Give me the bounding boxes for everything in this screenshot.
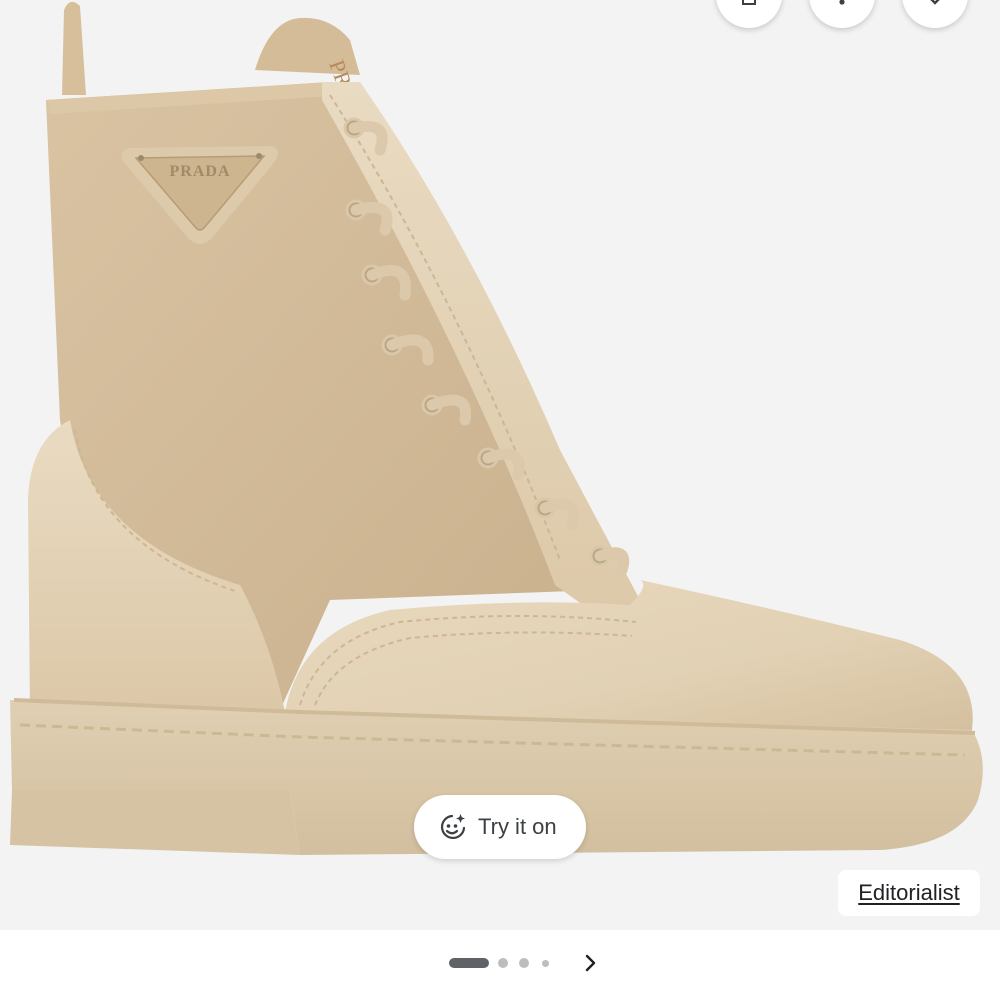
pager-dot[interactable] (542, 960, 549, 967)
logo-plaque-text: PRADA (170, 163, 231, 180)
pager-dot-active[interactable] (449, 958, 489, 968)
sparkle-face-icon (440, 814, 466, 840)
try-it-on-label: Try it on (478, 814, 557, 839)
image-pager (0, 946, 1000, 980)
try-it-on-button[interactable]: Try it on (414, 795, 586, 859)
close-icon (930, 0, 940, 5)
next-image-button[interactable] (572, 946, 608, 980)
source-link[interactable]: Editorialist (838, 870, 980, 916)
bookmark-icon (742, 0, 756, 5)
image-viewer: PR PRADA Try it on Editorialist (0, 0, 1000, 930)
more-vert-icon (839, 0, 845, 5)
pull-tab (62, 1, 86, 95)
pager-dot[interactable] (498, 958, 508, 968)
chevron-right-icon (585, 954, 596, 972)
product-image[interactable]: PR PRADA (0, 0, 1000, 930)
pager-dot[interactable] (519, 958, 529, 968)
